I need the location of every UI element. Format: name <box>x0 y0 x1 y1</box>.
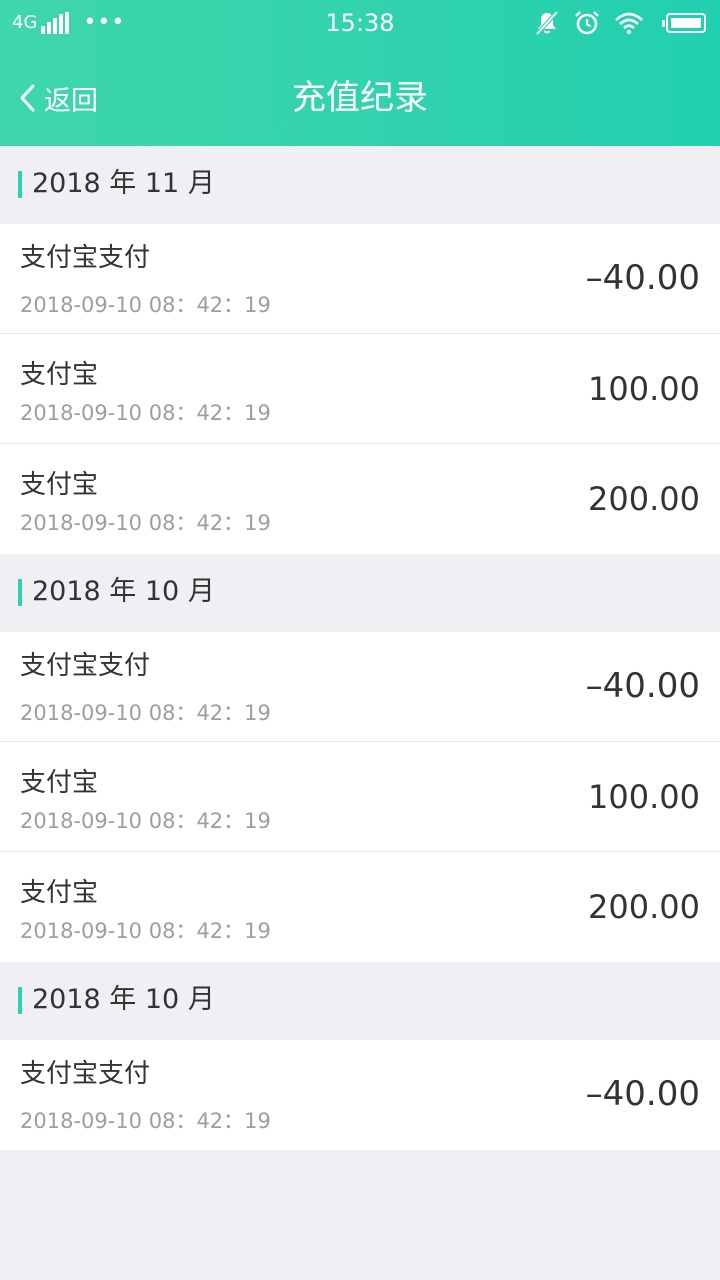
record-time: 2018-09-10 08：42：19 <box>20 809 271 833</box>
record-time: 2018-09-10 08：42：19 <box>20 293 271 317</box>
record-amount: 200.00 <box>588 480 700 518</box>
status-bar: 4G ••• 15:38 <box>0 0 720 46</box>
record-time: 2018-09-10 08：42：19 <box>20 401 271 425</box>
record-amount: 100.00 <box>588 370 700 408</box>
month-accent-bar <box>18 579 22 606</box>
record-amount: –40.00 <box>585 258 700 298</box>
month-header: 2018 年 10 月 <box>0 962 720 1040</box>
mute-icon <box>535 10 559 36</box>
app-header: 4G ••• 15:38 返回 充值纪录 <box>0 0 720 146</box>
record-row[interactable]: 支付宝支付 2018-09-10 08：42：19 –40.00 <box>0 1040 720 1150</box>
record-title: 支付宝 <box>20 768 99 798</box>
record-amount: 200.00 <box>588 888 700 926</box>
record-amount: –40.00 <box>585 666 700 706</box>
status-right <box>520 10 706 36</box>
month-label: 2018 年 10 月 <box>32 984 215 1015</box>
alarm-icon <box>575 11 599 35</box>
record-row[interactable]: 支付宝 2018-09-10 08：42：19 200.00 <box>0 852 720 962</box>
month-label: 2018 年 11 月 <box>32 168 215 199</box>
record-row[interactable]: 支付宝支付 2018-09-10 08：42：19 –40.00 <box>0 632 720 742</box>
record-title: 支付宝 <box>20 470 99 500</box>
record-amount: 100.00 <box>588 778 700 816</box>
record-amount: –40.00 <box>585 1074 700 1114</box>
record-title: 支付宝支付 <box>20 651 151 681</box>
record-time: 2018-09-10 08：42：19 <box>20 701 271 725</box>
wifi-icon <box>615 12 643 35</box>
month-header: 2018 年 11 月 <box>0 146 720 224</box>
record-row[interactable]: 支付宝 2018-09-10 08：42：19 100.00 <box>0 742 720 852</box>
record-title: 支付宝支付 <box>20 1059 151 1089</box>
month-label: 2018 年 10 月 <box>32 576 215 607</box>
record-list: 2018 年 11 月 支付宝支付 2018-09-10 08：42：19 –4… <box>0 146 720 1150</box>
record-title: 支付宝 <box>20 878 99 908</box>
record-row[interactable]: 支付宝 2018-09-10 08：42：19 200.00 <box>0 444 720 554</box>
record-time: 2018-09-10 08：42：19 <box>20 1109 271 1133</box>
record-time: 2018-09-10 08：42：19 <box>20 919 271 943</box>
nav-bar: 返回 充值纪录 <box>0 60 720 136</box>
record-title: 支付宝支付 <box>20 243 151 273</box>
month-accent-bar <box>18 987 22 1014</box>
month-accent-bar <box>18 171 22 198</box>
month-header: 2018 年 10 月 <box>0 554 720 632</box>
page-title: 充值纪录 <box>292 78 428 118</box>
record-title: 支付宝 <box>20 360 99 390</box>
record-row[interactable]: 支付宝支付 2018-09-10 08：42：19 –40.00 <box>0 224 720 334</box>
battery-icon <box>662 13 706 33</box>
record-time: 2018-09-10 08：42：19 <box>20 511 271 535</box>
record-row[interactable]: 支付宝 2018-09-10 08：42：19 100.00 <box>0 334 720 444</box>
